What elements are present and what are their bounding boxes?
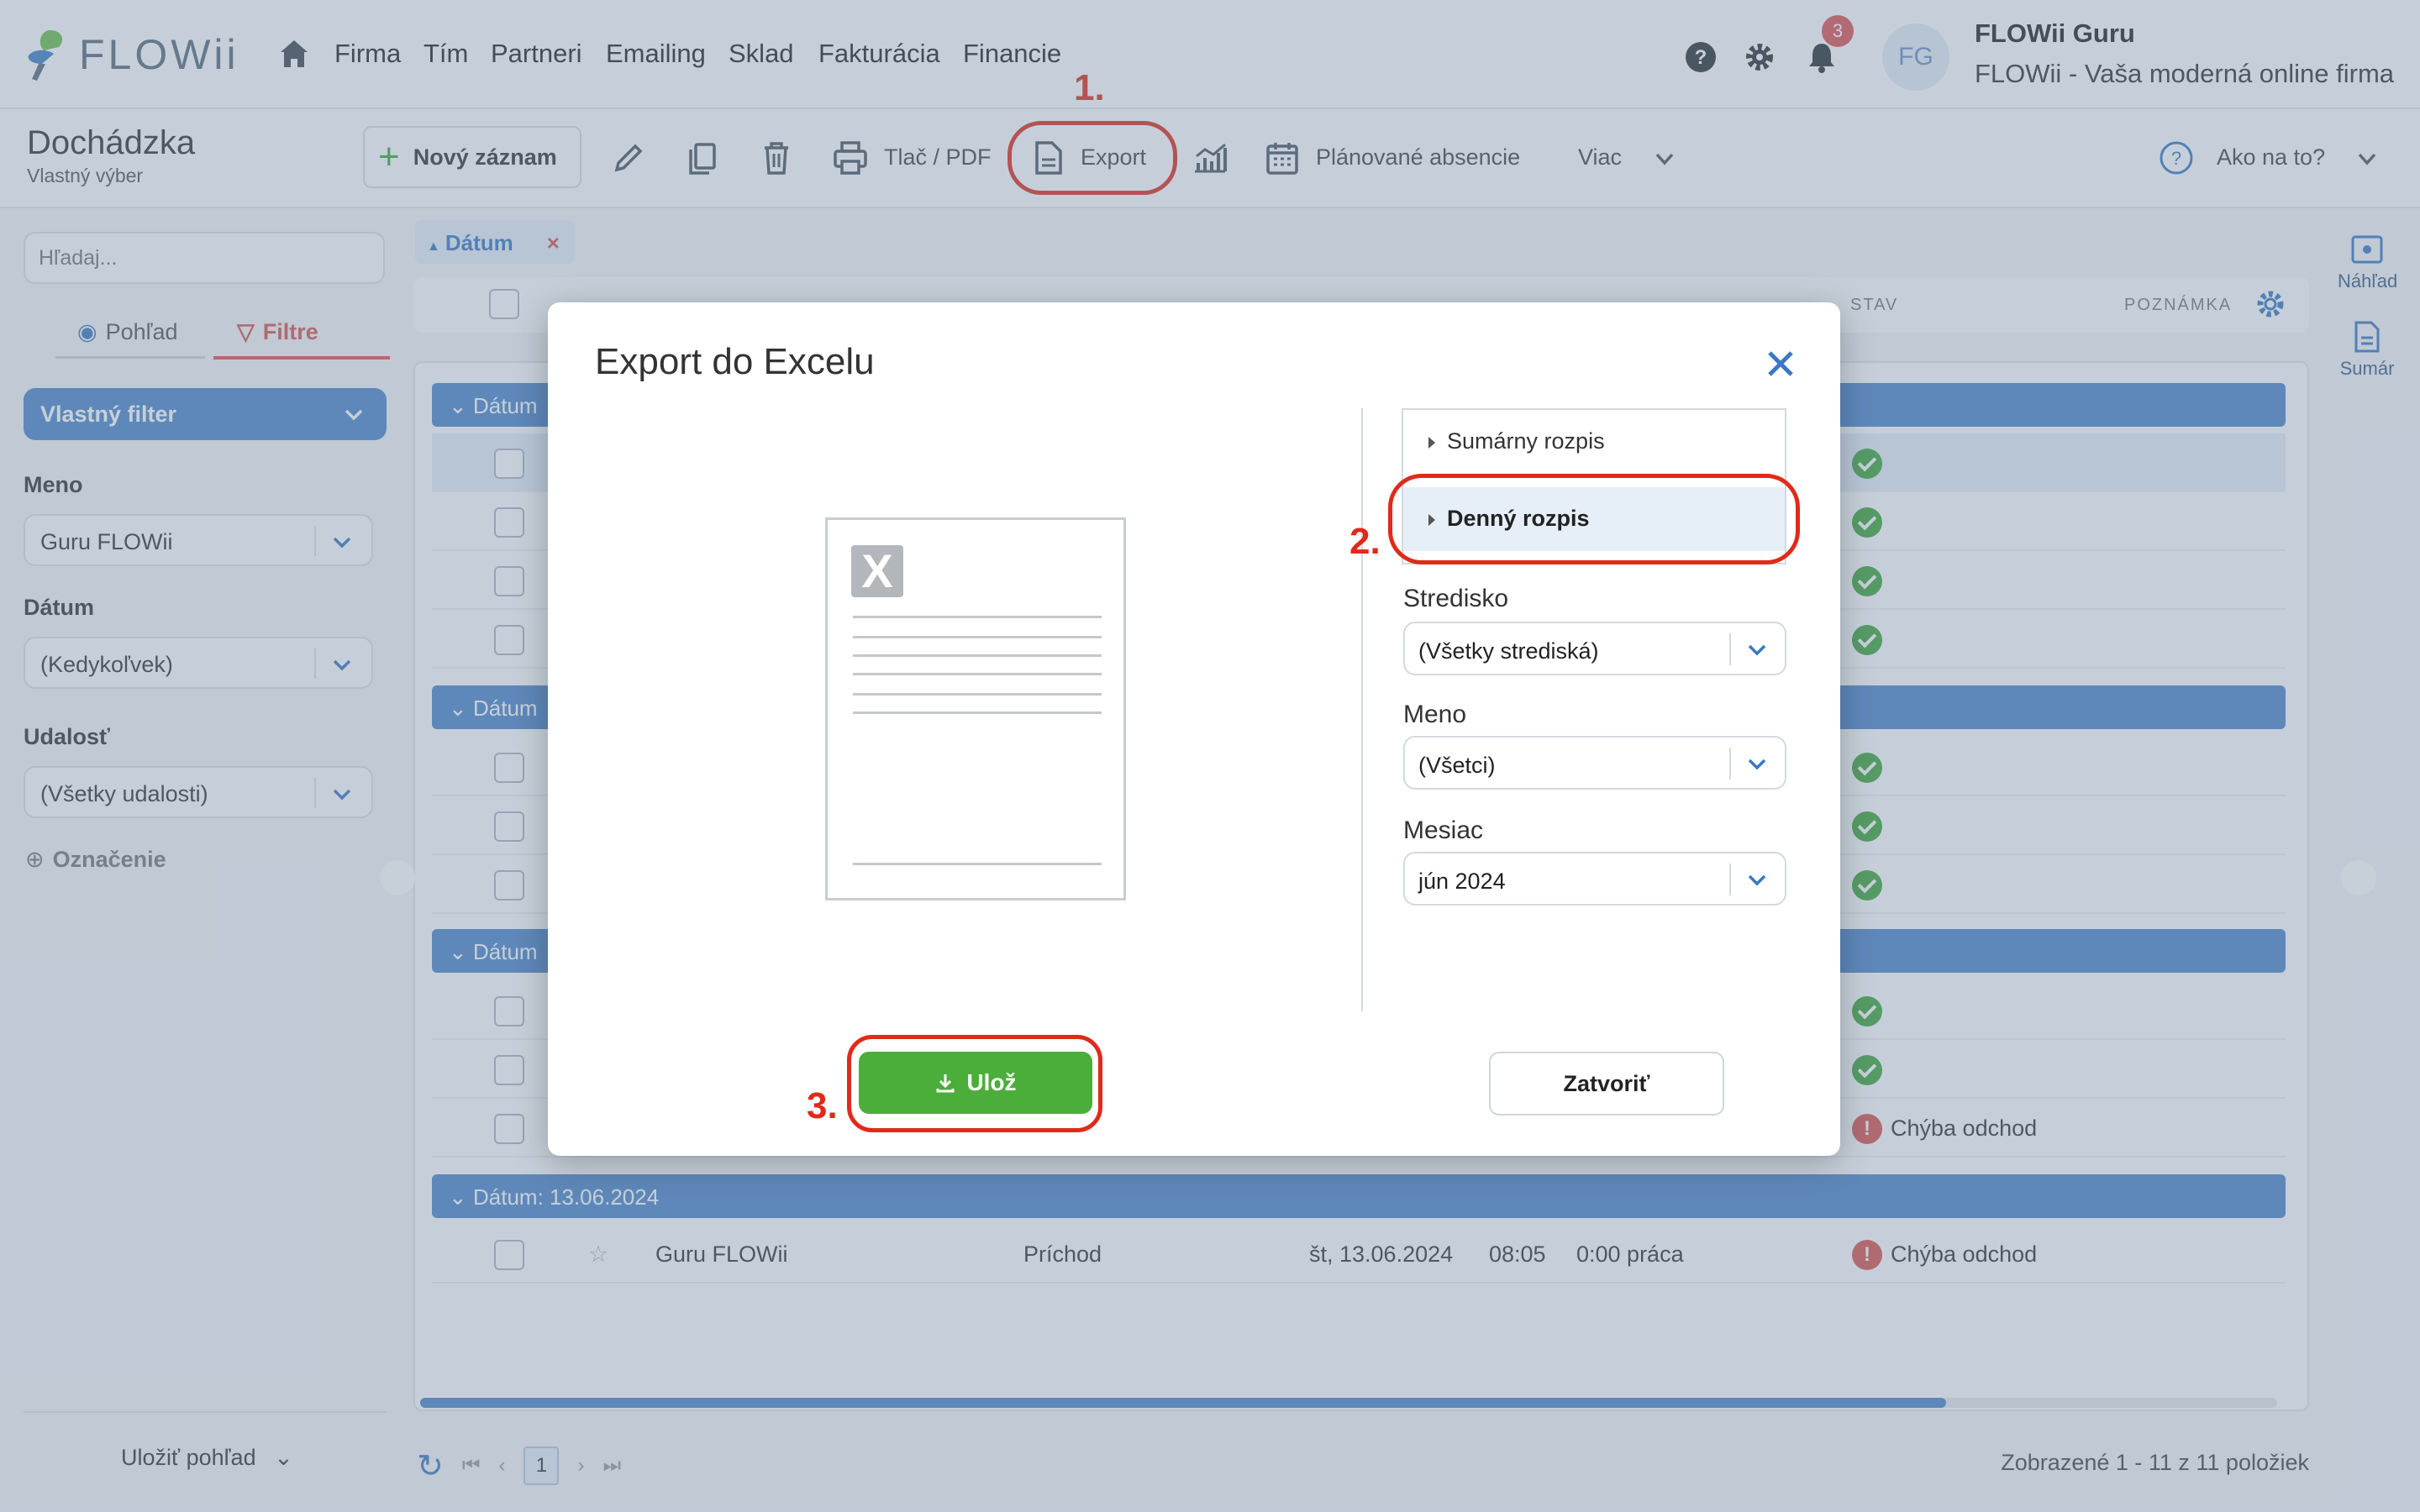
document-line: [853, 711, 1102, 714]
dialog-divider: [1361, 408, 1363, 1011]
excel-document-icon: X: [825, 517, 1126, 900]
highlight-ring-save: [847, 1035, 1102, 1132]
name-value: (Všetci): [1418, 753, 1496, 778]
highlight-ring-daily: [1388, 474, 1800, 564]
document-line: [853, 616, 1102, 618]
option-summary[interactable]: Sumárny rozpis: [1403, 410, 1785, 472]
dialog-title: Export do Excelu: [595, 341, 875, 382]
name-select[interactable]: (Všetci): [1403, 736, 1786, 790]
select-separator: [1729, 748, 1731, 780]
document-line: [853, 673, 1102, 675]
option-summary-label: Sumárny rozpis: [1447, 428, 1605, 454]
chevron-down-icon: [1748, 644, 1766, 656]
document-line: [853, 693, 1102, 696]
month-label: Mesiac: [1403, 816, 1484, 844]
name-label: Meno: [1403, 701, 1467, 728]
select-separator: [1729, 633, 1731, 665]
month-select[interactable]: jún 2024: [1403, 852, 1786, 906]
select-separator: [1729, 864, 1731, 895]
center-label: Stredisko: [1403, 585, 1509, 612]
document-line: [853, 654, 1102, 657]
collapse-sidebar-icon[interactable]: [380, 860, 415, 895]
excel-icon: X: [851, 545, 903, 597]
month-value: jún 2024: [1418, 869, 1506, 894]
step-3-label: 3.: [807, 1085, 838, 1126]
collapse-rail-icon[interactable]: [2341, 860, 2376, 895]
step-2-label: 2.: [1349, 521, 1381, 562]
chevron-down-icon: [1748, 874, 1766, 886]
caret-right-icon: [1428, 436, 1435, 449]
close-button[interactable]: Zatvoriť: [1489, 1052, 1724, 1116]
chevron-down-icon: [1748, 759, 1766, 770]
document-line: [853, 636, 1102, 638]
center-select[interactable]: (Všetky strediská): [1403, 622, 1786, 675]
center-value: (Všetky strediská): [1418, 638, 1599, 664]
close-icon[interactable]: [1761, 344, 1800, 383]
document-line: [853, 863, 1102, 865]
